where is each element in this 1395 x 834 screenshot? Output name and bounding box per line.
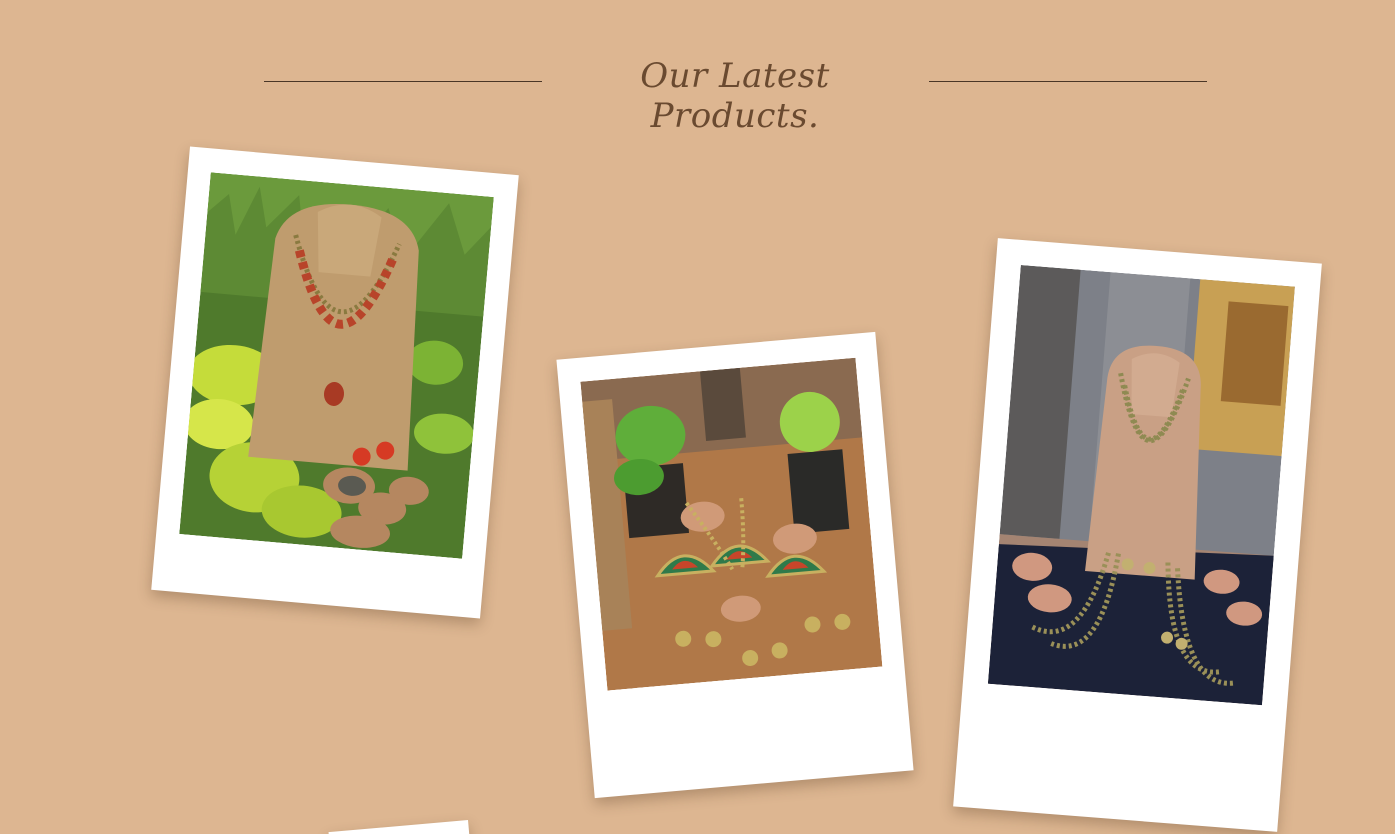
product-card-2[interactable] (556, 331, 914, 799)
product-card-1[interactable] (151, 146, 519, 619)
product-image-3[interactable] (987, 265, 1295, 706)
product-image-1[interactable] (179, 172, 494, 559)
latest-products-section: Our Latest Products. (0, 0, 1395, 834)
section-title: Our Latest Products. (640, 56, 830, 136)
title-divider-left (264, 81, 542, 82)
product-card-4-partial[interactable] (328, 819, 472, 834)
title-divider-right (929, 81, 1207, 82)
product-card-3[interactable] (953, 238, 1322, 832)
product-image-2[interactable] (580, 357, 883, 691)
